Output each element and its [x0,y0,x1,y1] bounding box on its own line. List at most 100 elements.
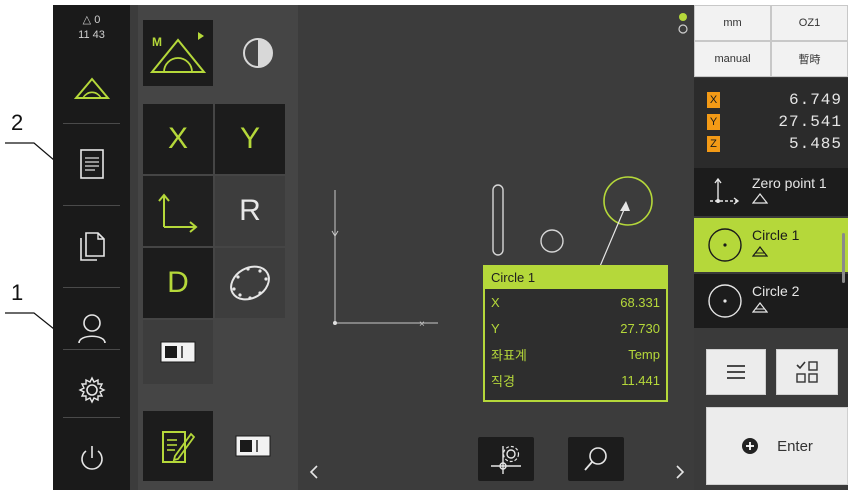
edit-document-icon [162,431,195,463]
info-row-label: Y [491,320,500,336]
contrast-icon [243,38,273,68]
status-indicator [677,11,689,41]
axis-distance-icon [158,193,198,233]
measure-circle-button[interactable] [215,248,285,318]
measurement-report-icon [79,149,104,179]
message-counter: 0 [94,14,101,26]
feature-settings-button[interactable] [478,437,534,481]
user-login-icon [77,314,106,344]
feature-view: × [331,176,653,330]
unit-button[interactable]: mm [694,5,771,41]
info-row-y: Y 27.730 [485,315,666,341]
hamburger-icon [727,365,745,379]
time-display: 11 43 [78,29,105,41]
measure-d-button[interactable]: D [143,248,213,318]
measure-small-icon [751,302,769,313]
measure-tool-palette: M X Y R D [138,5,298,490]
window-position-icon [160,341,196,363]
info-row-diameter: 직경 11.441 [485,367,666,393]
info-row-coordinate-system: 좌표계 Temp [485,341,666,367]
feature-label: Circle 1 [752,227,800,243]
inspector-panel: mm OZ1 manual 暫時 X 6.749 Y 27.541 Z 5.48… [694,5,848,490]
d-label: D [167,266,189,299]
zoom-button[interactable] [568,437,624,481]
feature-list-scrollbar[interactable] [842,233,845,283]
feature-label: Circle 2 [752,283,800,299]
axis-y-value: 27.541 [778,113,842,131]
feature-list-item[interactable]: Zero point 1 [694,168,848,216]
plus-circle-icon [742,438,759,454]
measure-r-button[interactable]: R [215,176,285,246]
multi-select-icon [796,361,818,383]
measure-distance-button[interactable] [143,176,213,246]
feature-list-item[interactable]: Circle 2 [694,274,848,328]
switch-off-icon [80,446,103,470]
chevron-left-icon [309,465,318,479]
window-position-icon-2 [235,435,271,457]
axis-y-badge: Y [707,114,720,130]
window-mode-button[interactable] [218,411,288,481]
circle-fit-icon [230,265,270,301]
measure-small-icon [751,246,769,257]
status-dots-icon [678,13,688,34]
file-management-icon [79,232,105,261]
axis-z-value: 5.485 [788,135,842,153]
menu-measure[interactable] [53,53,130,123]
chevron-right-icon [676,465,685,479]
feature-info-box[interactable]: Circle 1 X 68.331 Y 27.730 좌표계 Temp 직경 1… [483,265,668,402]
feature-label: Zero point 1 [752,174,827,191]
y-label: Y [239,122,260,155]
info-box-title: Circle 1 [485,267,666,289]
status-area: △ 0 11 43 [53,5,130,45]
manual-measure-button[interactable]: M [143,20,213,86]
settings-icon [77,376,106,404]
axis-z-badge: Z [707,136,720,152]
info-row-x: X 68.331 [485,289,666,315]
contrast-toggle[interactable] [228,20,288,86]
display-window-toggle[interactable] [143,320,213,384]
measure-x-button[interactable]: X [143,104,213,174]
feature-list-item-selected[interactable]: Circle 1 [694,218,848,272]
r-label: R [239,194,261,227]
expand-right-button[interactable] [670,460,690,484]
x-label: X [167,122,188,155]
measure-small-icon [751,192,769,204]
position-display: X 6.749 Y 27.541 Z 5.485 [694,78,848,168]
callout-2: 2 [11,110,24,135]
menu-switch-off[interactable] [53,417,130,490]
axis-x-badge: X [707,92,720,108]
device-screen: △ 0 11 43 M X Y R D × Circle 1 X 68.331 … [53,5,848,490]
collapse-left-button[interactable] [304,460,324,484]
main-menu: △ 0 11 43 [53,5,130,490]
preset-button[interactable]: OZ1 [771,5,848,41]
manual-mode-letter: M [152,35,162,49]
zero-point-icon [706,173,744,211]
temp-button[interactable]: 暫時 [771,41,848,77]
manual-edit-button[interactable] [143,411,213,481]
select-features-button[interactable] [776,349,838,395]
list-menu-button[interactable] [706,349,766,395]
info-row-value: Temp [628,346,660,362]
menu-measurement-report[interactable] [53,123,130,205]
info-row-label: X [491,294,500,310]
circle-feature-icon [706,226,744,264]
circle-feature-icon [706,282,744,320]
search-icon [584,447,607,471]
enter-label: Enter [777,437,813,455]
info-row-value: 27.730 [620,320,660,336]
info-row-label: 좌표계 [491,347,527,363]
info-row-label: 직경 [491,373,515,389]
callout-1: 1 [11,280,24,305]
measure-y-button[interactable]: Y [215,104,285,174]
measure-icon [73,77,110,99]
info-row-value: 68.331 [620,294,660,310]
axis-x-value: 6.749 [788,91,842,109]
menu-file-management[interactable] [53,205,130,287]
warning-triangle-icon: △ [82,14,92,26]
svg-text:×: × [419,319,425,330]
enter-button[interactable]: Enter [706,407,848,485]
mode-button[interactable]: manual [694,41,771,77]
workspace[interactable]: × Circle 1 X 68.331 Y 27.730 좌표계 Temp 직경… [298,5,694,490]
manual-measure-icon: M [149,32,207,73]
position-settings-icon [491,445,521,474]
